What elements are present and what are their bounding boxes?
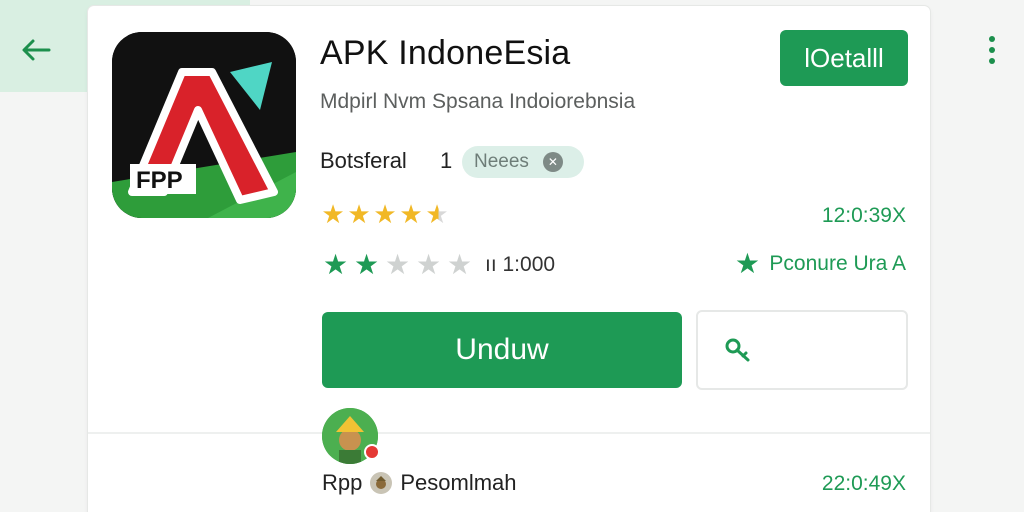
app-card: FPP APK IndoneEsia Mdpirl Nvm Spsana Ind… — [88, 6, 930, 512]
back-button[interactable] — [16, 30, 56, 70]
star-icon: ★ — [321, 199, 345, 229]
editor-badge-label: Pconure Ura A — [769, 252, 906, 275]
badge-icon — [370, 472, 393, 494]
review-value: 22:0:49X — [821, 472, 906, 495]
rating-stars-row: ★ ★ ★ ★ ★ — [320, 200, 450, 228]
star-icon: ★ — [415, 249, 442, 280]
review-user-name[interactable]: Pesomlmah — [400, 470, 516, 496]
link-icon — [725, 338, 750, 362]
editor-badge[interactable]: ★ Pconure Ura A — [733, 250, 906, 278]
rating-count: ıı 1:000 — [485, 253, 556, 276]
more-vert-icon — [989, 36, 995, 42]
review-user-line: Rpp Pesomlmah — [322, 470, 517, 496]
star-icon: ★ — [322, 249, 349, 280]
app-icon[interactable]: FPP — [112, 32, 296, 218]
category-chip[interactable]: Neees ✕ — [462, 146, 584, 178]
rating-value: 12:0:39X — [821, 204, 906, 227]
developer-name[interactable]: Botsferal — [320, 148, 407, 174]
star-icon: ★ — [446, 249, 473, 280]
star-icon: ★ — [734, 248, 760, 279]
app-icon-text: FPP — [136, 167, 183, 194]
category-chip-label: Neees — [474, 151, 529, 172]
share-link-button[interactable] — [696, 310, 908, 390]
review-user-prefix: Rpp — [322, 470, 363, 495]
notification-dot — [364, 444, 380, 460]
download-button[interactable]: Unduw — [322, 312, 682, 388]
more-options-button[interactable] — [976, 28, 1008, 72]
app-logo-icon: FPP — [112, 32, 296, 218]
developer-count: 1 — [440, 148, 453, 173]
star-icon: ★ — [347, 199, 371, 229]
star-icon: ★ — [399, 199, 423, 229]
secondary-rating-row: ★ ★ ★ ★ ★ ıı 1:000 — [320, 250, 555, 280]
close-circle-icon[interactable]: ✕ — [542, 152, 563, 172]
app-title: APK IndoneEsia — [320, 34, 571, 72]
install-button[interactable]: lOetalll — [780, 30, 908, 86]
arrow-left-icon — [22, 39, 51, 61]
star-icon: ★ — [384, 249, 411, 280]
section-divider — [88, 432, 930, 434]
star-icon: ★ — [373, 199, 397, 229]
star-icon: ★ — [353, 249, 380, 280]
app-subtitle: Mdpirl Nvm Spsana Indoiorebnsia — [320, 90, 636, 113]
star-half-icon: ★ — [425, 199, 449, 229]
